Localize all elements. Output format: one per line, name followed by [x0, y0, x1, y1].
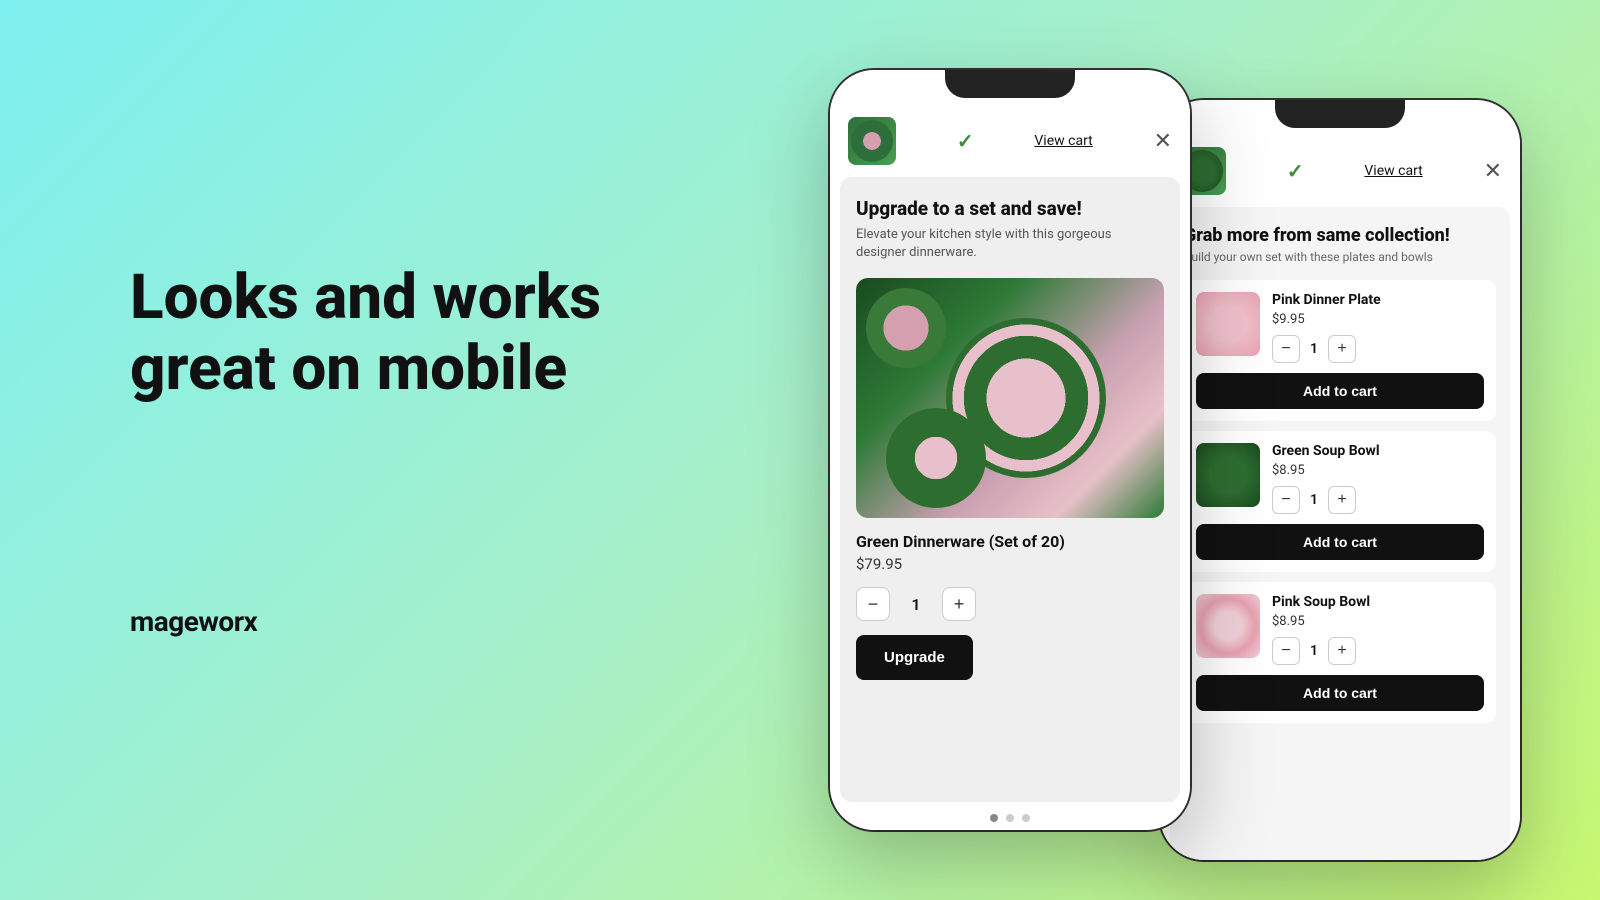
- grab-subtitle: Build your own set with these plates and…: [1184, 250, 1496, 264]
- phone2-content: ✓ View cart ✕ Grab more from same collec…: [1160, 100, 1520, 860]
- upgrade-subtitle: Elevate your kitchen style with this gor…: [856, 226, 1164, 262]
- product-3-qty-minus[interactable]: −: [1272, 637, 1300, 665]
- product-2-add-to-cart[interactable]: Add to cart: [1196, 524, 1484, 560]
- thumb-plate-icon: [851, 120, 893, 162]
- qty-value: 1: [906, 595, 926, 614]
- qty-increase-btn[interactable]: +: [942, 587, 976, 621]
- dot-1: [990, 814, 998, 822]
- dot-2: [1006, 814, 1014, 822]
- left-section: Looks and works great on mobile mageworx: [130, 262, 601, 638]
- phone1-notch: [945, 70, 1075, 98]
- phone1-check-icon: ✓: [957, 129, 974, 153]
- product-card-1-top: Pink Dinner Plate $9.95 − 1 +: [1196, 292, 1484, 363]
- phone1-close-icon[interactable]: ✕: [1154, 129, 1172, 154]
- hero-title: Looks and works great on mobile: [130, 262, 601, 405]
- phone2-view-cart[interactable]: View cart: [1364, 163, 1422, 179]
- phone1-thumb: [848, 117, 896, 165]
- product-3-add-to-cart[interactable]: Add to cart: [1196, 675, 1484, 711]
- product-3-thumb: [1196, 594, 1260, 658]
- product-1-price: $9.95: [1272, 312, 1484, 327]
- upgrade-button[interactable]: Upgrade: [856, 635, 973, 680]
- product-3-price: $8.95: [1272, 614, 1484, 629]
- product-price: $79.95: [856, 555, 1164, 573]
- product-2-qty-plus[interactable]: +: [1328, 486, 1356, 514]
- phone1-view-cart[interactable]: View cart: [1034, 133, 1092, 149]
- phone2-header: ✓ View cart ✕: [1160, 135, 1520, 207]
- product-card-3: Pink Soup Bowl $8.95 − 1 + Add to cart: [1184, 582, 1496, 723]
- product-1-add-to-cart[interactable]: Add to cart: [1196, 373, 1484, 409]
- product-card-1: Pink Dinner Plate $9.95 − 1 + Add to car…: [1184, 280, 1496, 421]
- qty-decrease-btn[interactable]: −: [856, 587, 890, 621]
- phone1-body: Upgrade to a set and save! Elevate your …: [840, 177, 1180, 802]
- product-1-qty: − 1 +: [1272, 335, 1484, 363]
- product-card-3-top: Pink Soup Bowl $8.95 − 1 +: [1196, 594, 1484, 665]
- product-card-2: Green Soup Bowl $8.95 − 1 + Add to cart: [1184, 431, 1496, 572]
- product-2-price: $8.95: [1272, 463, 1484, 478]
- phone1-content: ✓ View cart ✕ Upgrade to a set and save!…: [830, 70, 1190, 830]
- product-2-qty-value: 1: [1310, 492, 1318, 508]
- product-2-qty-minus[interactable]: −: [1272, 486, 1300, 514]
- phones-container: ✓ View cart ✕ Upgrade to a set and save!…: [800, 0, 1600, 900]
- brand-logo: mageworx: [130, 605, 601, 638]
- product-3-qty-plus[interactable]: +: [1328, 637, 1356, 665]
- product-3-name: Pink Soup Bowl: [1272, 594, 1484, 610]
- phone-2: ✓ View cart ✕ Grab more from same collec…: [1160, 100, 1520, 860]
- product-1-info: Pink Dinner Plate $9.95 − 1 +: [1272, 292, 1484, 363]
- product-1-qty-value: 1: [1310, 341, 1318, 357]
- plate-circle-3: [886, 408, 986, 508]
- product-image: [856, 278, 1164, 518]
- phone2-body: Grab more from same collection! Build yo…: [1170, 207, 1510, 860]
- phone2-close-icon[interactable]: ✕: [1484, 159, 1502, 184]
- product-1-thumb: [1196, 292, 1260, 356]
- product-3-info: Pink Soup Bowl $8.95 − 1 +: [1272, 594, 1484, 665]
- grab-title: Grab more from same collection!: [1184, 225, 1496, 246]
- plate-circle-2: [866, 288, 946, 368]
- phone2-check-icon: ✓: [1287, 159, 1304, 183]
- phone-1: ✓ View cart ✕ Upgrade to a set and save!…: [830, 70, 1190, 830]
- upgrade-title: Upgrade to a set and save!: [856, 197, 1164, 220]
- product-1-name: Pink Dinner Plate: [1272, 292, 1484, 308]
- product-1-qty-minus[interactable]: −: [1272, 335, 1300, 363]
- product-3-qty-value: 1: [1310, 643, 1318, 659]
- product-card-2-top: Green Soup Bowl $8.95 − 1 +: [1196, 443, 1484, 514]
- product-3-qty: − 1 +: [1272, 637, 1484, 665]
- product-2-name: Green Soup Bowl: [1272, 443, 1484, 459]
- product-2-thumb: [1196, 443, 1260, 507]
- pagination-dots: [830, 802, 1190, 830]
- product-2-info: Green Soup Bowl $8.95 − 1 +: [1272, 443, 1484, 514]
- dot-3: [1022, 814, 1030, 822]
- product-name: Green Dinnerware (Set of 20): [856, 532, 1164, 551]
- product-2-qty: − 1 +: [1272, 486, 1484, 514]
- product-1-qty-plus[interactable]: +: [1328, 335, 1356, 363]
- phone1-header: ✓ View cart ✕: [830, 105, 1190, 177]
- phone2-notch: [1275, 100, 1405, 128]
- quantity-row: − 1 +: [856, 587, 1164, 621]
